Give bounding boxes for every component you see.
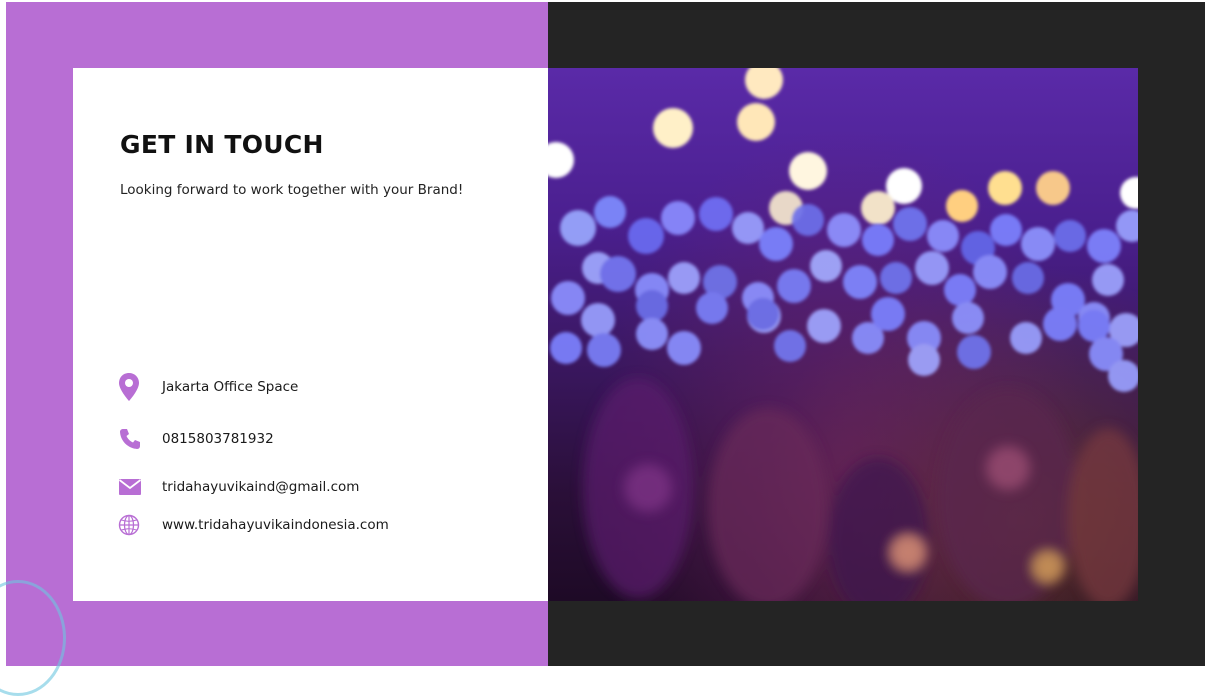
page-title: GET IN TOUCH bbox=[120, 130, 324, 159]
contact-phone: 0815803781932 bbox=[118, 426, 274, 452]
contact-website: www.tridahayuvikaindonesia.com bbox=[118, 512, 389, 538]
bokeh-event-photo bbox=[548, 68, 1138, 601]
phone-icon bbox=[118, 426, 144, 452]
email-text: tridahayuvikaind@gmail.com bbox=[162, 479, 360, 495]
tagline: Looking forward to work together with yo… bbox=[120, 182, 464, 198]
contact-email: tridahayuvikaind@gmail.com bbox=[118, 474, 359, 500]
location-pin-icon bbox=[118, 373, 144, 401]
contact-address: Jakarta Office Space bbox=[118, 373, 299, 401]
email-icon bbox=[118, 474, 144, 500]
address-text: Jakarta Office Space bbox=[162, 379, 299, 395]
website-text: www.tridahayuvikaindonesia.com bbox=[162, 517, 389, 533]
contact-card: GET IN TOUCH Looking forward to work tog… bbox=[73, 68, 548, 601]
phone-text: 0815803781932 bbox=[162, 431, 274, 447]
globe-icon bbox=[118, 512, 144, 538]
